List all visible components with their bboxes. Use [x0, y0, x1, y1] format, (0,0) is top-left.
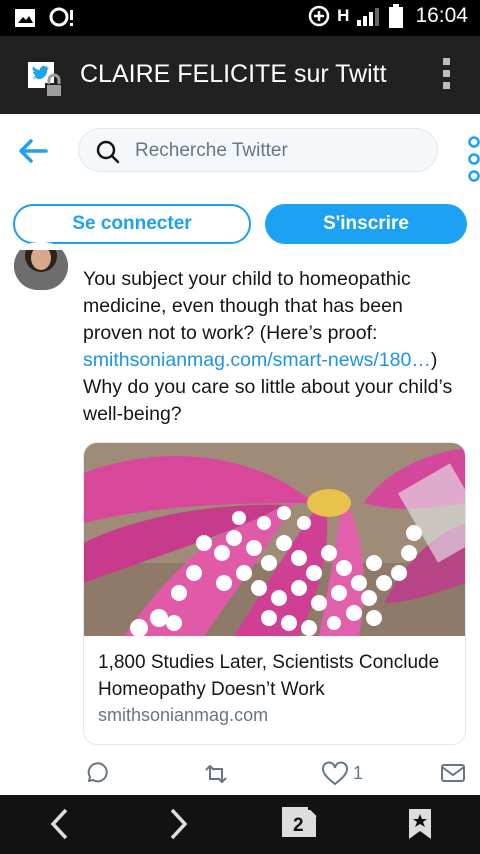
tweet-actions: 1 [0, 755, 480, 793]
signup-button[interactable]: S'inscrire [265, 204, 467, 244]
clock: 16:04 [415, 4, 468, 27]
search-placeholder: Recherche Twitter [135, 140, 288, 161]
login-button[interactable]: Se connecter [13, 204, 251, 244]
data-saver-icon [308, 5, 330, 27]
like-icon[interactable] [321, 761, 349, 787]
card-image [84, 443, 465, 636]
title-bar: CLAIRE FELICITE sur Twitt [0, 36, 480, 114]
window-title: CLAIRE FELICITE sur Twitt [80, 60, 387, 88]
back-arrow-icon[interactable] [16, 136, 50, 166]
network-type-label: H [337, 6, 350, 25]
forward-chevron-icon[interactable] [166, 807, 190, 841]
tweet-link[interactable]: smithsonianmag.com/smart-news/180… [83, 349, 431, 371]
tabs-button[interactable]: 2 [280, 805, 320, 841]
bookmark-icon[interactable] [407, 807, 433, 841]
image-icon [15, 9, 35, 27]
card-title: 1,800 Studies Later, Scientists Conclude… [98, 652, 440, 700]
back-chevron-icon[interactable] [48, 807, 72, 841]
chat-bubble-icon [49, 7, 73, 27]
tweet-text-part: You subject your child to homeopathic me… [83, 268, 411, 344]
overflow-menu-icon[interactable] [442, 58, 452, 94]
like-count: 1 [353, 763, 364, 783]
twitter-header: Recherche Twitter [0, 114, 480, 190]
twitter-lock-icon [28, 62, 63, 98]
more-vertical-icon[interactable] [466, 134, 480, 184]
retweet-icon[interactable] [202, 761, 230, 787]
reply-icon[interactable] [84, 761, 110, 787]
message-icon[interactable] [440, 761, 466, 785]
search-input[interactable]: Recherche Twitter [78, 128, 438, 172]
auth-bar: Se connecter S'inscrire [0, 190, 480, 258]
card-domain: smithsonianmag.com [98, 705, 269, 725]
link-card[interactable]: 1,800 Studies Later, Scientists Conclude… [83, 442, 466, 745]
avatar[interactable] [14, 242, 68, 290]
signal-icon [357, 8, 380, 26]
battery-icon [389, 4, 404, 28]
tabs-count: 2 [293, 815, 304, 836]
tweet-text: You subject your child to homeopathic me… [83, 266, 463, 428]
browser-nav-bar: 2 [0, 795, 480, 854]
search-icon [96, 140, 120, 164]
status-bar: H 16:04 [0, 0, 480, 36]
